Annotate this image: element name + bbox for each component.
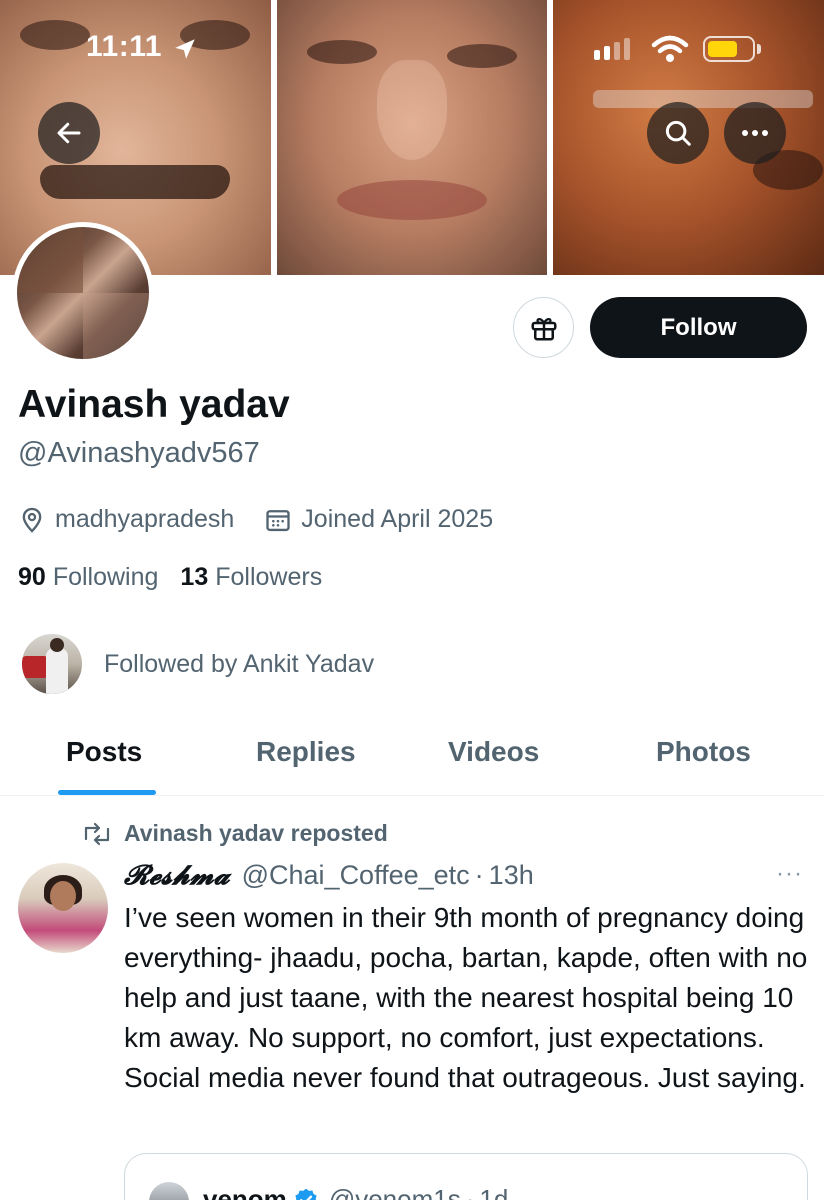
post-header: 𝓡𝓮𝓼𝓱𝓶𝓪 @Chai_Coffee_etc · 13h <box>124 860 534 892</box>
repost-icon <box>84 822 110 845</box>
followed-by-avatar <box>20 632 84 696</box>
post-author-handle[interactable]: @Chai_Coffee_etc <box>242 860 470 891</box>
quoted-author-handle: @venom1s <box>328 1184 461 1200</box>
followed-by-text: Followed by Ankit Yadav <box>104 649 375 678</box>
location-pin-icon <box>22 507 42 533</box>
profile-display-name: Avinash yadav <box>18 383 290 426</box>
quoted-author-name: venom <box>203 1184 287 1200</box>
tab-videos[interactable]: Videos <box>448 736 539 768</box>
profile-tabs: Posts Replies Videos Photos <box>0 720 824 796</box>
post-author-name[interactable]: 𝓡𝓮𝓼𝓱𝓶𝓪 <box>124 860 230 892</box>
post-timestamp[interactable]: 13h <box>489 860 534 891</box>
followers-count: 13 <box>180 563 209 591</box>
search-icon <box>665 120 691 146</box>
verified-badge-icon <box>295 1188 317 1200</box>
quoted-post-header: venom @venom1s · 1d <box>203 1184 508 1200</box>
repost-label: Avinash yadav reposted <box>124 820 388 846</box>
tab-replies[interactable]: Replies <box>256 736 356 768</box>
location-arrow-icon <box>175 39 195 59</box>
following-count: 90 <box>18 563 46 591</box>
more-options-button[interactable] <box>724 102 786 164</box>
quoted-author-avatar <box>149 1182 189 1200</box>
profile-location: madhyapradesh <box>55 505 235 533</box>
profile-handle: @Avinashyadv567 <box>18 437 260 469</box>
calendar-icon <box>266 509 290 531</box>
follow-button[interactable]: Follow <box>590 297 807 358</box>
gift-button[interactable] <box>513 297 574 358</box>
status-bar: 11:11 <box>0 0 824 100</box>
active-tab-indicator <box>58 790 156 795</box>
profile-page: 11:11 Follow Avinash yadav @Avinashyadv5… <box>0 0 824 1200</box>
wifi-icon <box>651 35 689 62</box>
more-icon <box>742 130 768 136</box>
quoted-post-card[interactable]: venom @venom1s · 1d <box>124 1153 808 1200</box>
profile-joined-date: Joined April 2025 <box>301 505 494 533</box>
avatar-image <box>17 227 149 359</box>
followers-label: Followers <box>215 563 323 591</box>
status-time: 11:11 <box>86 30 162 63</box>
tab-photos[interactable]: Photos <box>656 736 751 768</box>
post-text: I’ve seen women in their 9th month of pr… <box>124 902 808 1093</box>
back-arrow-icon <box>57 122 81 144</box>
follow-counts: 90 Following 13 Followers <box>18 563 344 592</box>
repost-context: Avinash yadav reposted <box>82 820 388 847</box>
gift-icon <box>531 317 556 340</box>
post-author-avatar[interactable] <box>18 863 108 953</box>
battery-tip <box>757 44 761 54</box>
tab-posts[interactable]: Posts <box>66 736 142 768</box>
search-button[interactable] <box>647 102 709 164</box>
post-more-button[interactable]: ··· <box>776 860 803 888</box>
back-button[interactable] <box>38 102 100 164</box>
post-separator: · <box>474 860 484 890</box>
following-label: Following <box>52 563 159 591</box>
followed-by[interactable]: Followed by Ankit Yadav <box>20 632 374 696</box>
profile-avatar[interactable] <box>12 222 154 364</box>
profile-meta: madhyapradesh Joined April 2025 <box>18 505 493 534</box>
quoted-post-time: 1d <box>479 1184 509 1200</box>
following-link[interactable]: 90 Following <box>18 563 158 592</box>
followers-link[interactable]: 13 Followers <box>180 563 322 592</box>
battery-icon <box>703 36 755 62</box>
cellular-signal-icon <box>594 38 630 60</box>
quoted-post-separator: · <box>465 1184 475 1200</box>
